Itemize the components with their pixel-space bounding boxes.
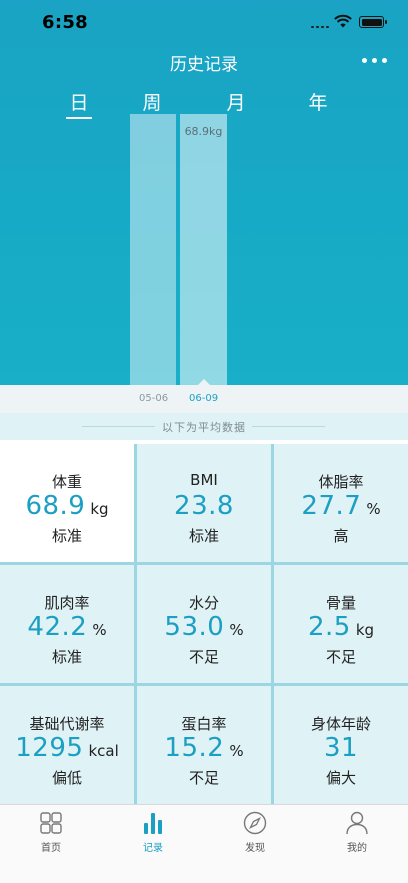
metric-value: 68.9 [25, 491, 86, 521]
metric-status: 标准 [188, 527, 219, 545]
bottom-tab-bar: 首页 记录 发现 我的 [0, 804, 408, 883]
metric-name: 水分 [188, 594, 219, 612]
metric-card-protein[interactable]: 蛋白率 15.2% 不足 [137, 686, 271, 804]
metric-unit: % [229, 742, 244, 760]
metric-value: 15.2 [164, 733, 225, 763]
tabbar-item-discover[interactable]: 发现 [204, 805, 306, 865]
metric-status: 标准 [51, 648, 82, 666]
metric-name: BMI [190, 471, 218, 489]
metric-name: 体重 [51, 473, 82, 491]
signal-icon [311, 25, 333, 28]
grid-icon [40, 812, 62, 834]
metric-value: 31 [323, 733, 359, 763]
tabbar-item-profile[interactable]: 我的 [306, 805, 408, 865]
tabbar-label: 我的 [347, 843, 367, 854]
metric-name: 体脂率 [318, 473, 364, 491]
metric-card-bmi[interactable]: BMI 23.8 标准 [137, 444, 271, 562]
average-banner-label: 以下为平均数据 [162, 421, 246, 434]
metric-card-bone-mass[interactable]: 骨量 2.5 kg 不足 [274, 565, 408, 683]
tabbar-item-records[interactable]: 记录 [102, 805, 204, 865]
status-bar: 6:58 [0, 0, 408, 44]
compass-icon [243, 811, 267, 835]
bar-chart-icon [144, 813, 162, 834]
tabbar-item-home[interactable]: 首页 [0, 805, 102, 865]
metric-card-body-fat[interactable]: 体脂率 27.7% 高 [274, 444, 408, 562]
metric-value: 1295 [15, 733, 84, 763]
metric-unit: kcal [88, 742, 119, 760]
status-time: 6:58 [42, 12, 88, 33]
active-tab-indicator [66, 117, 92, 119]
chart-bar[interactable] [180, 114, 227, 385]
x-tick-label-selected: 06-09 [189, 393, 219, 404]
chart-data-label: 68.9kg [184, 125, 223, 138]
tab-month[interactable]: 月 [216, 88, 256, 115]
tab-day[interactable]: 日 [59, 88, 99, 115]
page-title: 历史记录 [170, 55, 238, 75]
metric-value: 42.2 [27, 612, 88, 642]
metric-card-body-age[interactable]: 身体年龄 31 偏大 [274, 686, 408, 804]
metric-unit: kg [355, 621, 375, 639]
metric-value: 2.5 [307, 612, 351, 642]
metric-unit: kg [90, 500, 109, 518]
x-tick-label: 05-06 [139, 393, 169, 404]
metric-card-water[interactable]: 水分 53.0% 不足 [137, 565, 271, 683]
battery-icon [359, 16, 387, 28]
chart-bar[interactable] [130, 114, 176, 385]
metric-unit: % [229, 621, 244, 639]
metric-unit: % [92, 621, 107, 639]
tabbar-label: 记录 [143, 843, 163, 854]
tabbar-label: 首页 [41, 843, 61, 854]
metric-value: 23.8 [174, 491, 234, 521]
metric-value: 27.7 [301, 491, 362, 521]
metric-name: 身体年龄 [310, 715, 371, 733]
chart-x-axis: 05-06 06-09 [0, 385, 408, 413]
tabbar-label: 发现 [245, 843, 265, 854]
person-icon [346, 811, 368, 835]
average-banner: 以下为平均数据 [0, 413, 408, 440]
metric-name: 肌肉率 [44, 594, 90, 612]
metric-card-muscle[interactable]: 肌肉率 42.2% 标准 [0, 565, 134, 683]
metric-status: 偏低 [51, 769, 82, 787]
wifi-icon [334, 14, 352, 28]
metric-status: 标准 [51, 527, 82, 545]
metric-status: 不足 [188, 769, 219, 787]
tab-year[interactable]: 年 [298, 88, 338, 115]
metric-name: 基础代谢率 [29, 715, 105, 733]
metric-card-bmr[interactable]: 基础代谢率 1295 kcal 偏低 [0, 686, 134, 804]
metrics-grid: 体重 68.9 kg 标准 BMI 23.8 标准 体脂率 27.7% 高 肌肉率… [0, 444, 408, 804]
history-chart-area: 6:58 历史记录 日 周 月 年 68.9kg [0, 0, 408, 385]
tab-week[interactable]: 周 [132, 88, 172, 115]
metric-status: 不足 [325, 648, 356, 666]
metric-card-weight[interactable]: 体重 68.9 kg 标准 [0, 444, 134, 562]
metric-status: 高 [333, 527, 349, 545]
metric-status: 不足 [188, 648, 219, 666]
metric-unit: % [366, 500, 381, 518]
more-icon[interactable] [362, 58, 388, 64]
metric-name: 骨量 [325, 594, 356, 612]
metric-status: 偏大 [325, 769, 356, 787]
metric-value: 53.0 [164, 612, 225, 642]
metric-name: 蛋白率 [181, 715, 227, 733]
